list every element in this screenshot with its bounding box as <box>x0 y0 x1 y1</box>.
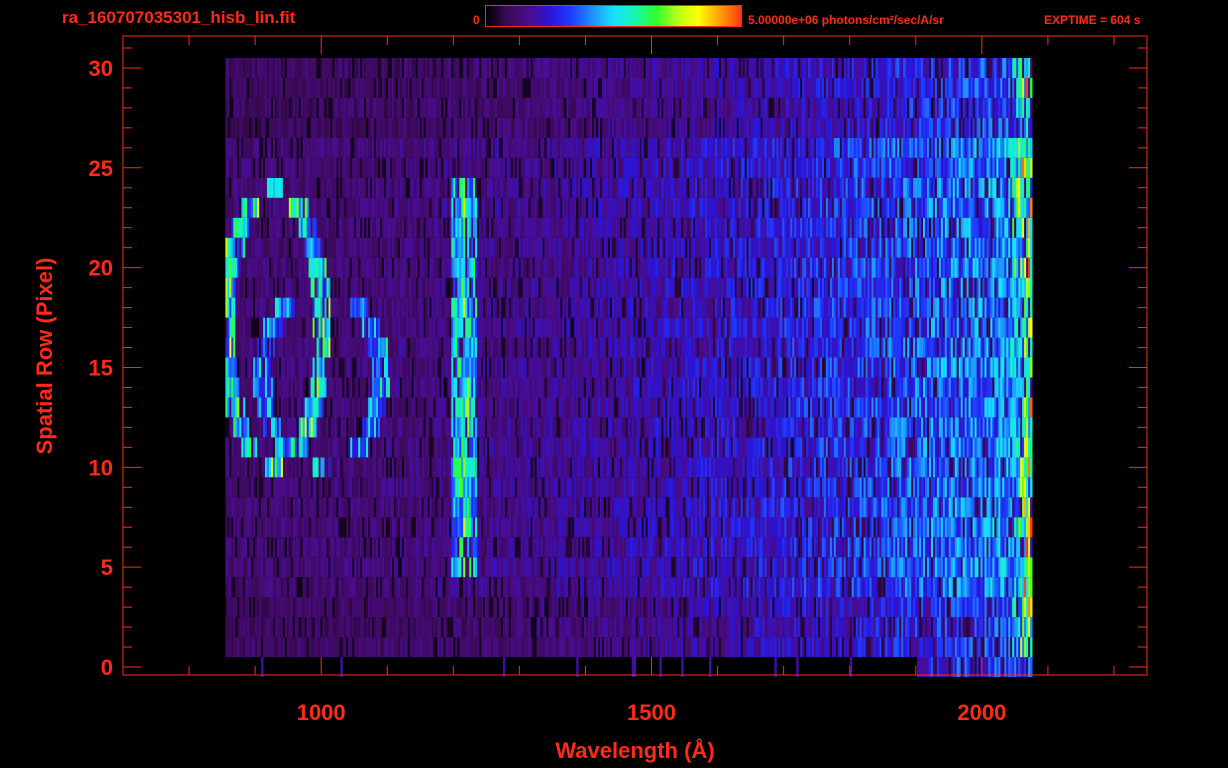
x-tick-label: 1500 <box>627 700 676 725</box>
y-tick-label: 25 <box>89 156 113 181</box>
x-axis-label: Wavelength (Å) <box>555 737 714 763</box>
y-tick-label: 15 <box>89 355 113 380</box>
y-axis-label: Spatial Row (Pixel) <box>32 258 57 455</box>
x-tick-label: 2000 <box>957 700 1006 725</box>
y-tick-label: 20 <box>89 256 113 281</box>
x-tick-label: 1000 <box>297 700 346 725</box>
y-tick-label: 5 <box>101 555 113 580</box>
spectral-image-plot: 1000 1500 2000051015202530 Wavelength (Å) … <box>32 35 1148 763</box>
y-tick-label: 30 <box>89 56 113 81</box>
y-tick-label: 10 <box>89 455 113 480</box>
y-tick-label: 0 <box>101 655 113 680</box>
heatmap-image <box>225 58 1033 677</box>
